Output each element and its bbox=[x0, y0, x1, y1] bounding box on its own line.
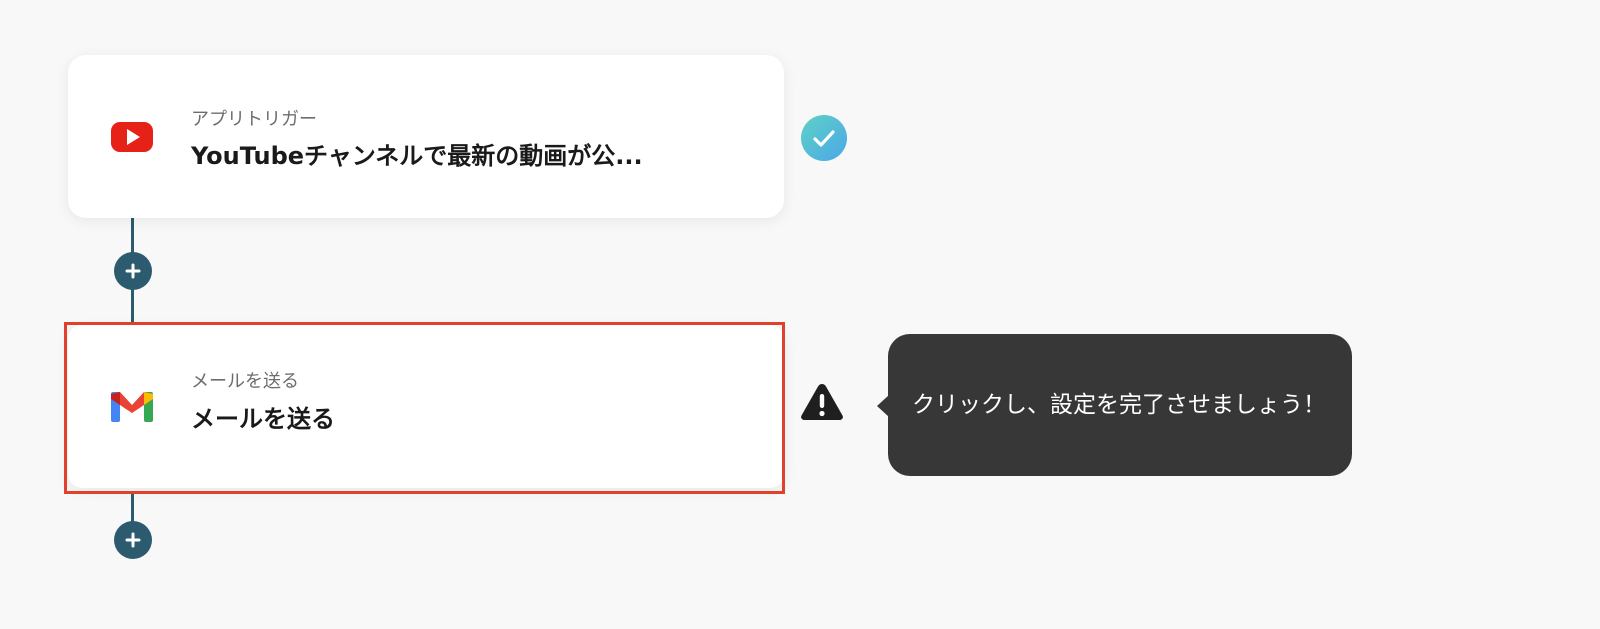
flow-step-send-mail-card[interactable]: メールを送る メールを送る bbox=[68, 325, 784, 488]
step-title: YouTubeチャンネルで最新の動画が公... bbox=[191, 142, 643, 170]
youtube-icon bbox=[110, 115, 154, 159]
add-step-button[interactable] bbox=[114, 521, 152, 559]
setup-hint-tooltip: クリックし、設定を完了させましょう！ bbox=[888, 334, 1352, 476]
add-step-button[interactable] bbox=[114, 252, 152, 290]
step-title: メールを送る bbox=[191, 405, 335, 433]
warning-icon bbox=[799, 381, 845, 423]
check-circle-icon bbox=[801, 115, 847, 161]
plus-icon bbox=[125, 263, 141, 279]
flow-step-trigger-card[interactable]: アプリトリガー YouTubeチャンネルで最新の動画が公... bbox=[68, 55, 784, 218]
gmail-icon bbox=[110, 385, 154, 429]
step-type-label: アプリトリガー bbox=[191, 109, 317, 130]
plus-icon bbox=[125, 532, 141, 548]
step-type-label: メールを送る bbox=[191, 371, 299, 392]
